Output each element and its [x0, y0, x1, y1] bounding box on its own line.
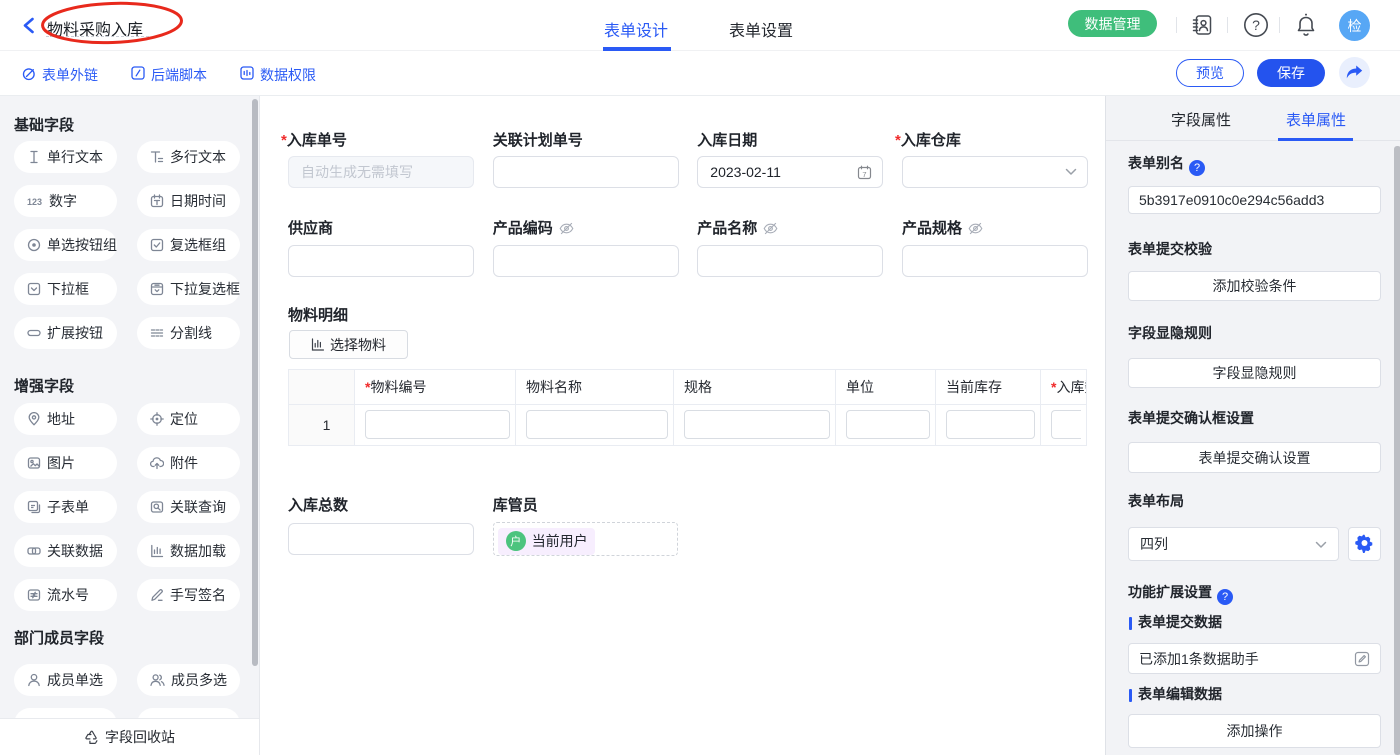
- svg-text:?: ?: [1252, 17, 1260, 33]
- svg-text:7: 7: [863, 170, 867, 179]
- svg-text:123: 123: [27, 197, 42, 207]
